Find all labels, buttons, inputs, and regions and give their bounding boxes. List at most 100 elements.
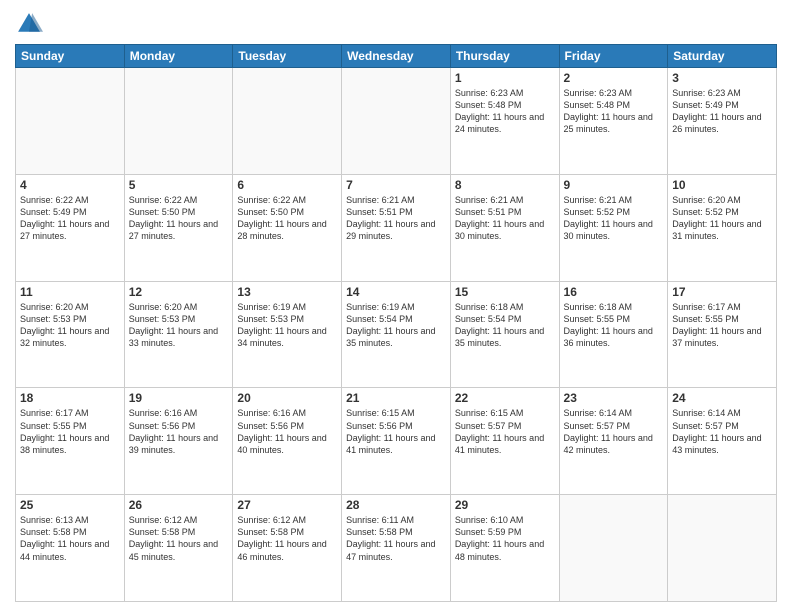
day-number: 8 [455,178,555,192]
calendar-cell: 19 Sunrise: 6:16 AM Sunset: 5:56 PM Dayli… [124,388,233,495]
calendar-cell: 5 Sunrise: 6:22 AM Sunset: 5:50 PM Daylig… [124,174,233,281]
calendar-cell [559,495,668,602]
day-number: 7 [346,178,446,192]
day-number: 16 [564,285,664,299]
day-info: Sunrise: 6:14 AM Sunset: 5:57 PM Dayligh… [672,407,772,456]
day-info: Sunrise: 6:15 AM Sunset: 5:56 PM Dayligh… [346,407,446,456]
day-info: Sunrise: 6:21 AM Sunset: 5:51 PM Dayligh… [346,194,446,243]
calendar-cell: 26 Sunrise: 6:12 AM Sunset: 5:58 PM Dayli… [124,495,233,602]
day-info: Sunrise: 6:21 AM Sunset: 5:51 PM Dayligh… [455,194,555,243]
calendar-cell [342,68,451,175]
day-info: Sunrise: 6:19 AM Sunset: 5:53 PM Dayligh… [237,301,337,350]
calendar-cell: 11 Sunrise: 6:20 AM Sunset: 5:53 PM Dayli… [16,281,125,388]
calendar-cell: 7 Sunrise: 6:21 AM Sunset: 5:51 PM Daylig… [342,174,451,281]
day-info: Sunrise: 6:23 AM Sunset: 5:49 PM Dayligh… [672,87,772,136]
calendar-cell: 21 Sunrise: 6:15 AM Sunset: 5:56 PM Dayli… [342,388,451,495]
day-number: 19 [129,391,229,405]
day-number: 15 [455,285,555,299]
calendar-cell: 18Sunrise: 6:17 AM Sunset: 5:55 PM Dayli… [16,388,125,495]
calendar-cell: 25 Sunrise: 6:13 AM Sunset: 5:58 PM Dayli… [16,495,125,602]
calendar-week-3: 11 Sunrise: 6:20 AM Sunset: 5:53 PM Dayli… [16,281,777,388]
weekday-header-thursday: Thursday [450,45,559,68]
day-number: 14 [346,285,446,299]
day-info: Sunrise: 6:19 AM Sunset: 5:54 PM Dayligh… [346,301,446,350]
calendar-week-2: 4 Sunrise: 6:22 AM Sunset: 5:49 PM Daylig… [16,174,777,281]
day-number: 4 [20,178,120,192]
calendar-cell: 20Sunrise: 6:16 AM Sunset: 5:56 PM Dayli… [233,388,342,495]
calendar-cell: 16 Sunrise: 6:18 AM Sunset: 5:55 PM Dayli… [559,281,668,388]
day-number: 10 [672,178,772,192]
calendar-cell: 13 Sunrise: 6:19 AM Sunset: 5:53 PM Dayli… [233,281,342,388]
calendar-cell: 29 Sunrise: 6:10 AM Sunset: 5:59 PM Dayli… [450,495,559,602]
calendar-cell [233,68,342,175]
day-number: 11 [20,285,120,299]
day-number: 22 [455,391,555,405]
day-info: Sunrise: 6:23 AM Sunset: 5:48 PM Dayligh… [455,87,555,136]
day-number: 18 [20,391,120,405]
day-number: 2 [564,71,664,85]
calendar-cell: 17Sunrise: 6:17 AM Sunset: 5:55 PM Dayli… [668,281,777,388]
day-info: Sunrise: 6:20 AM Sunset: 5:53 PM Dayligh… [129,301,229,350]
day-number: 23 [564,391,664,405]
day-info: Sunrise: 6:18 AM Sunset: 5:55 PM Dayligh… [564,301,664,350]
day-info: Sunrise: 6:14 AM Sunset: 5:57 PM Dayligh… [564,407,664,456]
calendar-cell: 6 Sunrise: 6:22 AM Sunset: 5:50 PM Daylig… [233,174,342,281]
day-number: 13 [237,285,337,299]
calendar-cell: 27 Sunrise: 6:12 AM Sunset: 5:58 PM Dayli… [233,495,342,602]
day-info: Sunrise: 6:21 AM Sunset: 5:52 PM Dayligh… [564,194,664,243]
calendar-cell: 22Sunrise: 6:15 AM Sunset: 5:57 PM Dayli… [450,388,559,495]
day-info: Sunrise: 6:18 AM Sunset: 5:54 PM Dayligh… [455,301,555,350]
day-info: Sunrise: 6:12 AM Sunset: 5:58 PM Dayligh… [237,514,337,563]
weekday-header-wednesday: Wednesday [342,45,451,68]
day-info: Sunrise: 6:22 AM Sunset: 5:50 PM Dayligh… [129,194,229,243]
day-info: Sunrise: 6:10 AM Sunset: 5:59 PM Dayligh… [455,514,555,563]
day-number: 28 [346,498,446,512]
day-info: Sunrise: 6:12 AM Sunset: 5:58 PM Dayligh… [129,514,229,563]
calendar-week-1: 1 Sunrise: 6:23 AM Sunset: 5:48 PM Daylig… [16,68,777,175]
page: SundayMondayTuesdayWednesdayThursdayFrid… [0,0,792,612]
day-info: Sunrise: 6:23 AM Sunset: 5:48 PM Dayligh… [564,87,664,136]
calendar-week-5: 25 Sunrise: 6:13 AM Sunset: 5:58 PM Dayli… [16,495,777,602]
calendar-table: SundayMondayTuesdayWednesdayThursdayFrid… [15,44,777,602]
day-number: 27 [237,498,337,512]
day-info: Sunrise: 6:13 AM Sunset: 5:58 PM Dayligh… [20,514,120,563]
day-number: 3 [672,71,772,85]
calendar-cell: 15 Sunrise: 6:18 AM Sunset: 5:54 PM Dayli… [450,281,559,388]
day-number: 21 [346,391,446,405]
weekday-header-saturday: Saturday [668,45,777,68]
day-number: 26 [129,498,229,512]
calendar-cell: 3 Sunrise: 6:23 AM Sunset: 5:49 PM Daylig… [668,68,777,175]
calendar-cell: 14 Sunrise: 6:19 AM Sunset: 5:54 PM Dayli… [342,281,451,388]
weekday-header-monday: Monday [124,45,233,68]
day-info: Sunrise: 6:16 AM Sunset: 5:56 PM Dayligh… [129,407,229,456]
day-number: 5 [129,178,229,192]
calendar-cell: 2 Sunrise: 6:23 AM Sunset: 5:48 PM Daylig… [559,68,668,175]
day-info: Sunrise: 6:20 AM Sunset: 5:53 PM Dayligh… [20,301,120,350]
day-info: Sunrise: 6:20 AM Sunset: 5:52 PM Dayligh… [672,194,772,243]
calendar-cell: 28Sunrise: 6:11 AM Sunset: 5:58 PM Dayli… [342,495,451,602]
day-number: 9 [564,178,664,192]
calendar-week-4: 18Sunrise: 6:17 AM Sunset: 5:55 PM Dayli… [16,388,777,495]
calendar-cell: 10 Sunrise: 6:20 AM Sunset: 5:52 PM Dayli… [668,174,777,281]
day-number: 29 [455,498,555,512]
weekday-header-tuesday: Tuesday [233,45,342,68]
day-info: Sunrise: 6:22 AM Sunset: 5:49 PM Dayligh… [20,194,120,243]
logo-icon [15,10,43,38]
day-number: 1 [455,71,555,85]
calendar-cell: 23 Sunrise: 6:14 AM Sunset: 5:57 PM Dayli… [559,388,668,495]
calendar-cell [124,68,233,175]
logo [15,10,47,38]
day-info: Sunrise: 6:16 AM Sunset: 5:56 PM Dayligh… [237,407,337,456]
day-number: 25 [20,498,120,512]
day-number: 24 [672,391,772,405]
calendar-cell [668,495,777,602]
calendar-cell [16,68,125,175]
calendar-cell: 8 Sunrise: 6:21 AM Sunset: 5:51 PM Daylig… [450,174,559,281]
calendar-cell: 9 Sunrise: 6:21 AM Sunset: 5:52 PM Daylig… [559,174,668,281]
day-number: 6 [237,178,337,192]
calendar-cell: 24 Sunrise: 6:14 AM Sunset: 5:57 PM Dayli… [668,388,777,495]
header [15,10,777,38]
weekday-header-friday: Friday [559,45,668,68]
day-info: Sunrise: 6:22 AM Sunset: 5:50 PM Dayligh… [237,194,337,243]
calendar-cell: 1 Sunrise: 6:23 AM Sunset: 5:48 PM Daylig… [450,68,559,175]
